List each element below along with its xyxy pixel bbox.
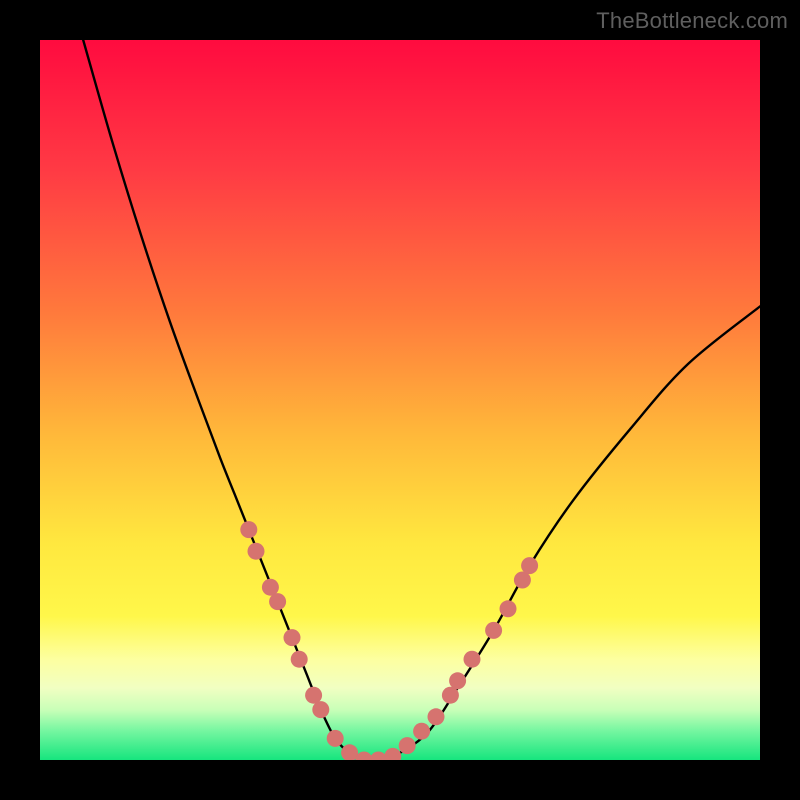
marker-dot (449, 672, 466, 689)
marker-dot (464, 651, 481, 668)
bottleneck-curve (83, 40, 760, 760)
marker-dot (312, 701, 329, 718)
marker-dot (399, 737, 416, 754)
curve-layer (40, 40, 760, 760)
chart-frame: TheBottleneck.com (0, 0, 800, 800)
marker-dot (327, 730, 344, 747)
marker-dot (291, 651, 308, 668)
marker-dot (413, 723, 430, 740)
highlight-dots (240, 521, 538, 760)
marker-dot (248, 543, 265, 560)
plot-area (40, 40, 760, 760)
marker-dot (269, 593, 286, 610)
marker-dot (262, 579, 279, 596)
marker-dot (521, 557, 538, 574)
watermark-text: TheBottleneck.com (596, 8, 788, 34)
marker-dot (485, 622, 502, 639)
marker-dot (240, 521, 257, 538)
marker-dot (284, 629, 301, 646)
marker-dot (442, 687, 459, 704)
marker-dot (305, 687, 322, 704)
marker-dot (428, 708, 445, 725)
marker-dot (384, 748, 401, 760)
marker-dot (514, 572, 531, 589)
marker-dot (500, 600, 517, 617)
